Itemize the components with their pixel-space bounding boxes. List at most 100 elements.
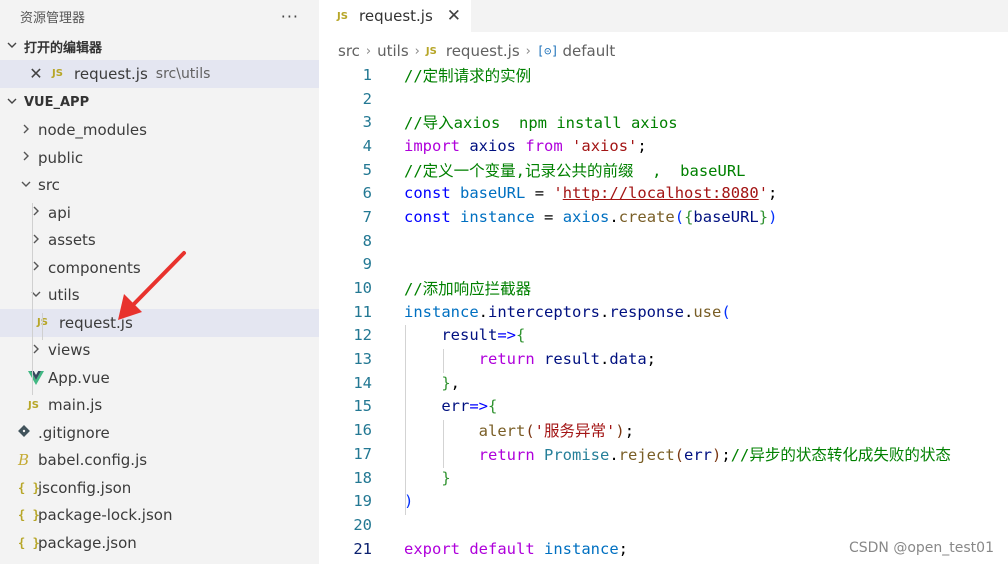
line-number: 13: [353, 350, 372, 369]
tree-label: jsconfig.json: [38, 478, 132, 497]
line-number: 11: [353, 302, 372, 321]
tree-file-babel-config[interactable]: B babel.config.js: [0, 447, 319, 475]
line-number: 19: [353, 492, 372, 511]
chevron-right-icon: ›: [525, 43, 531, 59]
line-number: 9: [362, 255, 372, 274]
editor-area: JS request.js ✕ src › utils › JS request…: [319, 0, 1008, 564]
more-actions-icon[interactable]: ···: [281, 7, 299, 26]
code-token: axios: [562, 207, 610, 226]
code-token: ': [553, 184, 563, 203]
tree-label: App.vue: [48, 368, 110, 387]
tab-request-js[interactable]: JS request.js ✕: [319, 0, 472, 32]
project-section-header[interactable]: VUE_APP: [0, 89, 319, 117]
breadcrumb-file[interactable]: request.js: [446, 42, 520, 60]
breadcrumb-src[interactable]: src: [338, 42, 360, 60]
code-token: result: [544, 350, 600, 369]
tree-file-package-lock[interactable]: { } package-lock.json: [0, 502, 319, 530]
open-editor-path: src\utils: [155, 65, 211, 82]
code-token: response: [609, 302, 684, 321]
chevron-right-icon: [18, 150, 34, 165]
tab-bar: JS request.js ✕: [319, 0, 1008, 32]
code-link[interactable]: http://localhost:8080: [563, 184, 759, 202]
line-number: 2: [362, 89, 372, 108]
git-file-icon: [18, 425, 36, 440]
tree-file-main-js[interactable]: JS main.js: [0, 392, 319, 420]
open-editor-item-request-js[interactable]: ✕ JS request.js src\utils: [0, 60, 319, 88]
variable-symbol-icon: [⊝]: [536, 44, 559, 58]
code-token: const: [404, 184, 451, 203]
code-token: axios: [469, 136, 517, 155]
code-token: reject: [618, 445, 675, 464]
breadcrumb-utils[interactable]: utils: [377, 42, 409, 60]
line-number: 8: [362, 231, 372, 250]
open-editors-section-header[interactable]: 打开的编辑器: [0, 32, 319, 60]
json-file-icon: { }: [18, 535, 40, 550]
code-token: baseURL: [693, 207, 759, 226]
close-icon[interactable]: ✕: [28, 64, 44, 83]
code-token: create: [618, 207, 675, 226]
tree-file-gitignore[interactable]: .gitignore: [0, 419, 319, 447]
tree-label: .gitignore: [38, 423, 110, 442]
red-annotation-arrow: [118, 251, 186, 320]
code-token: '服务异常': [534, 422, 616, 441]
tree-label: views: [48, 341, 91, 360]
js-file-icon: JS: [37, 317, 55, 328]
code-token: return: [478, 350, 535, 369]
code-token: 'axios': [572, 136, 638, 155]
tree-label: utils: [48, 286, 80, 305]
code-editor[interactable]: 1 //定制请求的实例 2 3 //导入axios npm install axio…: [319, 63, 1008, 560]
tree-folder-node-modules[interactable]: node_modules: [0, 117, 319, 145]
code-token: err: [441, 397, 470, 416]
watermark: CSDN @open_test01: [848, 540, 994, 556]
chevron-right-icon: [28, 233, 44, 248]
js-file-icon: JS: [425, 45, 437, 57]
code-line: 9: [319, 253, 1008, 277]
code-line: 10 //添加响应拦截器: [319, 276, 1008, 300]
code-token: return: [478, 445, 535, 464]
code-token: Promise: [544, 445, 610, 464]
line-number: 18: [353, 468, 372, 487]
line-number: 3: [362, 113, 372, 132]
close-icon[interactable]: ✕: [447, 6, 461, 26]
tree-folder-public[interactable]: public: [0, 144, 319, 172]
js-file-icon: JS: [337, 10, 348, 22]
code-line: 13 return result.data;: [319, 347, 1008, 371]
tree-label: src: [38, 176, 60, 195]
tree-file-app-vue[interactable]: App.vue: [0, 364, 319, 392]
tree-file-package-json[interactable]: { } package.json: [0, 529, 319, 557]
tree-folder-src[interactable]: src: [0, 172, 319, 200]
line-number: 15: [353, 397, 372, 416]
tree-file-jsconfig[interactable]: { } jsconfig.json: [0, 474, 319, 502]
code-line: 18 }: [319, 466, 1008, 490]
chevron-right-icon: ›: [414, 43, 420, 59]
tree-folder-api[interactable]: api: [0, 199, 319, 227]
line-number: 21: [353, 539, 372, 558]
json-file-icon: { }: [18, 508, 40, 523]
code-line: 8: [319, 229, 1008, 253]
tree-label: package.json: [38, 533, 137, 552]
code-token: //异步的状态转化成失败的状态: [730, 445, 951, 464]
code-token: use: [693, 302, 722, 321]
code-token: interceptors: [488, 302, 600, 321]
code-line: 15 err=>{: [319, 395, 1008, 419]
code-token: import: [404, 136, 460, 155]
line-number: 1: [362, 65, 372, 84]
code-token: instance: [460, 207, 535, 226]
breadcrumb-symbol[interactable]: default: [563, 42, 616, 60]
tree-label: package-lock.json: [38, 506, 173, 525]
code-token: instance: [544, 539, 619, 558]
tree-folder-views[interactable]: views: [0, 337, 319, 365]
open-editors-title: 打开的编辑器: [24, 40, 103, 56]
line-number: 7: [362, 207, 372, 226]
code-token: from: [525, 136, 563, 155]
explorer-header: 资源管理器 ···: [0, 0, 319, 32]
json-file-icon: { }: [18, 480, 40, 495]
line-number: 4: [362, 136, 372, 155]
code-line: 11 instance.interceptors.response.use(: [319, 300, 1008, 324]
code-line: 20: [319, 513, 1008, 537]
project-title: VUE_APP: [24, 95, 90, 110]
chevron-right-icon: [28, 343, 44, 358]
line-number: 14: [353, 373, 372, 392]
code-line: 1 //定制请求的实例: [319, 63, 1008, 87]
code-line: 2: [319, 87, 1008, 111]
